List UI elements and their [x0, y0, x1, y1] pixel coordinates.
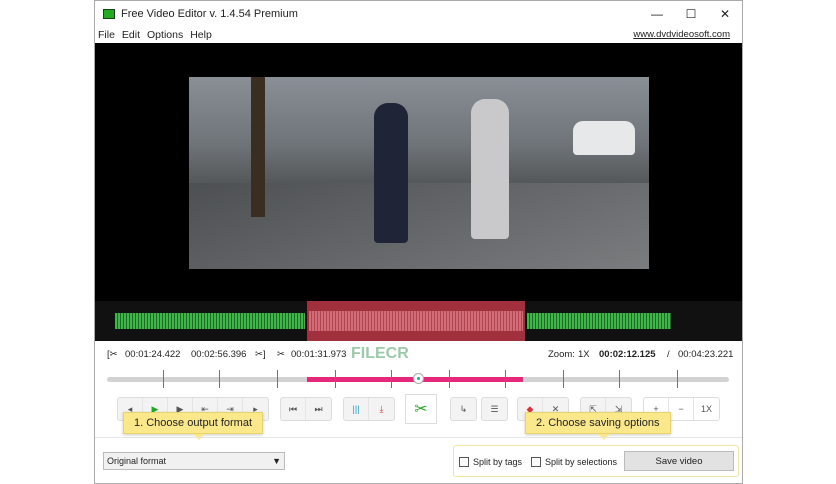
tooltip-output-format: 1. Choose output format: [123, 412, 264, 440]
selection-end-icon[interactable]: ✂]: [255, 349, 266, 360]
output-format-value: Original format: [107, 456, 167, 466]
video-preview[interactable]: [95, 43, 742, 301]
split-by-selections-label: Split by selections: [545, 457, 618, 467]
scissors-icon: ✂: [414, 401, 428, 418]
split-icon[interactable]: |||: [344, 398, 369, 420]
split-by-tags-label: Split by tags: [473, 457, 523, 467]
menu-bar: File Edit Options Help www.dvdvideosoft.…: [95, 26, 742, 43]
settings-sliders-icon[interactable]: ☰: [482, 398, 507, 420]
chevron-down-icon: ▼: [272, 456, 281, 466]
title-bar: Free Video Editor v. 1.4.54 Premium — ☐ …: [95, 1, 742, 26]
selection-end-time: 00:02:56.396: [191, 349, 247, 360]
tooltip-saving-options: 2. Choose saving options: [525, 412, 671, 440]
maximize-button[interactable]: ☐: [674, 7, 708, 21]
video-frame: [189, 77, 649, 269]
playhead-handle[interactable]: [413, 373, 424, 384]
menu-options[interactable]: Options: [147, 29, 183, 41]
zoom-label: Zoom:: [548, 349, 575, 360]
rotate-icon[interactable]: ↳: [451, 398, 476, 420]
output-format-select[interactable]: Original format ▼: [103, 452, 285, 470]
app-icon: [103, 8, 115, 19]
zoom-value: 1X: [578, 349, 590, 360]
download-icon[interactable]: ⤓: [369, 398, 394, 420]
timeline-info: [✂ 00:01:24.422 00:02:56.396 ✂] ✂ 00:01:…: [95, 345, 742, 363]
menu-edit[interactable]: Edit: [122, 29, 140, 41]
audio-waveform[interactable]: [95, 301, 742, 341]
zoom-reset-button[interactable]: 1X: [694, 398, 719, 420]
app-window: Free Video Editor v. 1.4.54 Premium — ☐ …: [94, 0, 743, 484]
selection-start-icon[interactable]: [✂: [107, 349, 118, 360]
watermark: FILECR: [351, 345, 409, 362]
cut-time: 00:01:31.973: [291, 349, 347, 360]
timeline-slider[interactable]: [107, 370, 729, 388]
zoom-out-icon[interactable]: −: [669, 398, 694, 420]
minimize-button[interactable]: —: [640, 7, 674, 21]
cut-marker-icon[interactable]: ✂: [277, 349, 285, 360]
split-by-tags-checkbox[interactable]: Split by tags: [459, 457, 522, 467]
menu-file[interactable]: File: [98, 29, 115, 41]
selection-start-time: 00:01:24.422: [125, 349, 181, 360]
save-video-button[interactable]: Save video: [624, 451, 734, 471]
next-marker-icon[interactable]: ⏭: [306, 398, 331, 420]
prev-marker-icon[interactable]: ⏮: [281, 398, 306, 420]
menu-help[interactable]: Help: [190, 29, 212, 41]
current-time: 00:02:12.125: [599, 349, 656, 360]
divider: [95, 437, 742, 438]
time-separator: /: [667, 349, 670, 360]
window-title: Free Video Editor v. 1.4.54 Premium: [121, 7, 298, 20]
website-link[interactable]: www.dvdvideosoft.com: [633, 29, 730, 40]
total-time: 00:04:23.221: [678, 349, 734, 360]
cut-button[interactable]: ✂: [405, 394, 437, 424]
close-button[interactable]: ✕: [708, 7, 742, 21]
split-by-selections-checkbox[interactable]: Split by selections: [531, 457, 617, 467]
